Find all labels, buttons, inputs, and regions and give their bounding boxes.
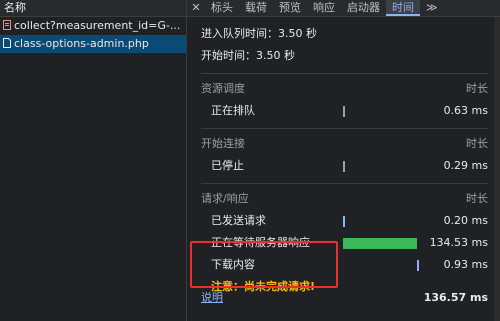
section-title: 开始连接 [201, 137, 245, 150]
request-row-class-options[interactable]: class-options-admin.php [0, 35, 186, 53]
divider [201, 73, 488, 74]
timing-value: 134.53 ms [429, 236, 488, 249]
queued-at: 进入队列时间：3.50 秒 [201, 27, 317, 40]
more-tabs-icon[interactable]: ≫ [420, 0, 444, 16]
highlight-box [190, 241, 338, 288]
tab-headers[interactable]: 标头 [205, 0, 239, 16]
timing-bar-waiting [343, 238, 417, 249]
tab-preview[interactable]: 预览 [273, 0, 307, 16]
timing-row-queueing: 正在排队 0.63 ms [201, 100, 488, 122]
request-list-panel: 名称 collect?measurement_id=G-... class-op… [0, 0, 187, 321]
section-request-response: 请求/响应 时长 [201, 188, 488, 210]
timing-footer: 说明 136.57 ms [201, 288, 488, 308]
scrollbar[interactable] [494, 17, 500, 321]
tab-initiator[interactable]: 启动器 [341, 0, 386, 16]
document-icon [3, 38, 11, 48]
script-icon [3, 20, 11, 30]
timing-bar [343, 161, 345, 172]
section-connection-start: 开始连接 时长 [201, 133, 488, 155]
timing-value: 0.20 ms [443, 214, 488, 227]
divider [201, 128, 488, 129]
request-row-collect[interactable]: collect?measurement_id=G-... [0, 17, 186, 35]
total-duration: 136.57 ms [423, 291, 488, 304]
detail-tabs: ✕ 标头 载荷 预览 响应 启动器 时间 ≫ [187, 0, 500, 17]
tab-payload[interactable]: 载荷 [239, 0, 273, 16]
timing-row-stalled: 已停止 0.29 ms [201, 155, 488, 177]
timing-bar [417, 260, 419, 271]
request-name: class-options-admin.php [14, 37, 149, 50]
started-at: 开始时间：3.50 秒 [201, 49, 295, 62]
duration-header: 时长 [466, 137, 488, 150]
timing-value: 0.63 ms [443, 104, 488, 117]
timing-value: 0.29 ms [443, 159, 488, 172]
duration-header: 时长 [466, 82, 488, 95]
timing-label: 已发送请求 [211, 214, 266, 227]
timing-bar [343, 106, 345, 117]
tab-timing[interactable]: 时间 [386, 0, 420, 16]
timing-label: 正在排队 [211, 104, 255, 117]
tab-response[interactable]: 响应 [307, 0, 341, 16]
section-title: 资源调度 [201, 82, 245, 95]
name-column-header[interactable]: 名称 [0, 0, 186, 17]
timing-label: 已停止 [211, 159, 244, 172]
section-resource-scheduling: 资源调度 时长 [201, 78, 488, 100]
duration-header: 时长 [466, 192, 488, 205]
divider [201, 183, 488, 184]
timing-row-request-sent: 已发送请求 0.20 ms [201, 210, 488, 232]
timing-bar [343, 216, 345, 227]
request-name: collect?measurement_id=G-... [14, 19, 181, 32]
timing-value: 0.93 ms [443, 258, 488, 271]
close-icon[interactable]: ✕ [187, 0, 205, 16]
explanation-link[interactable]: 说明 [201, 291, 223, 304]
section-title: 请求/响应 [201, 192, 249, 205]
